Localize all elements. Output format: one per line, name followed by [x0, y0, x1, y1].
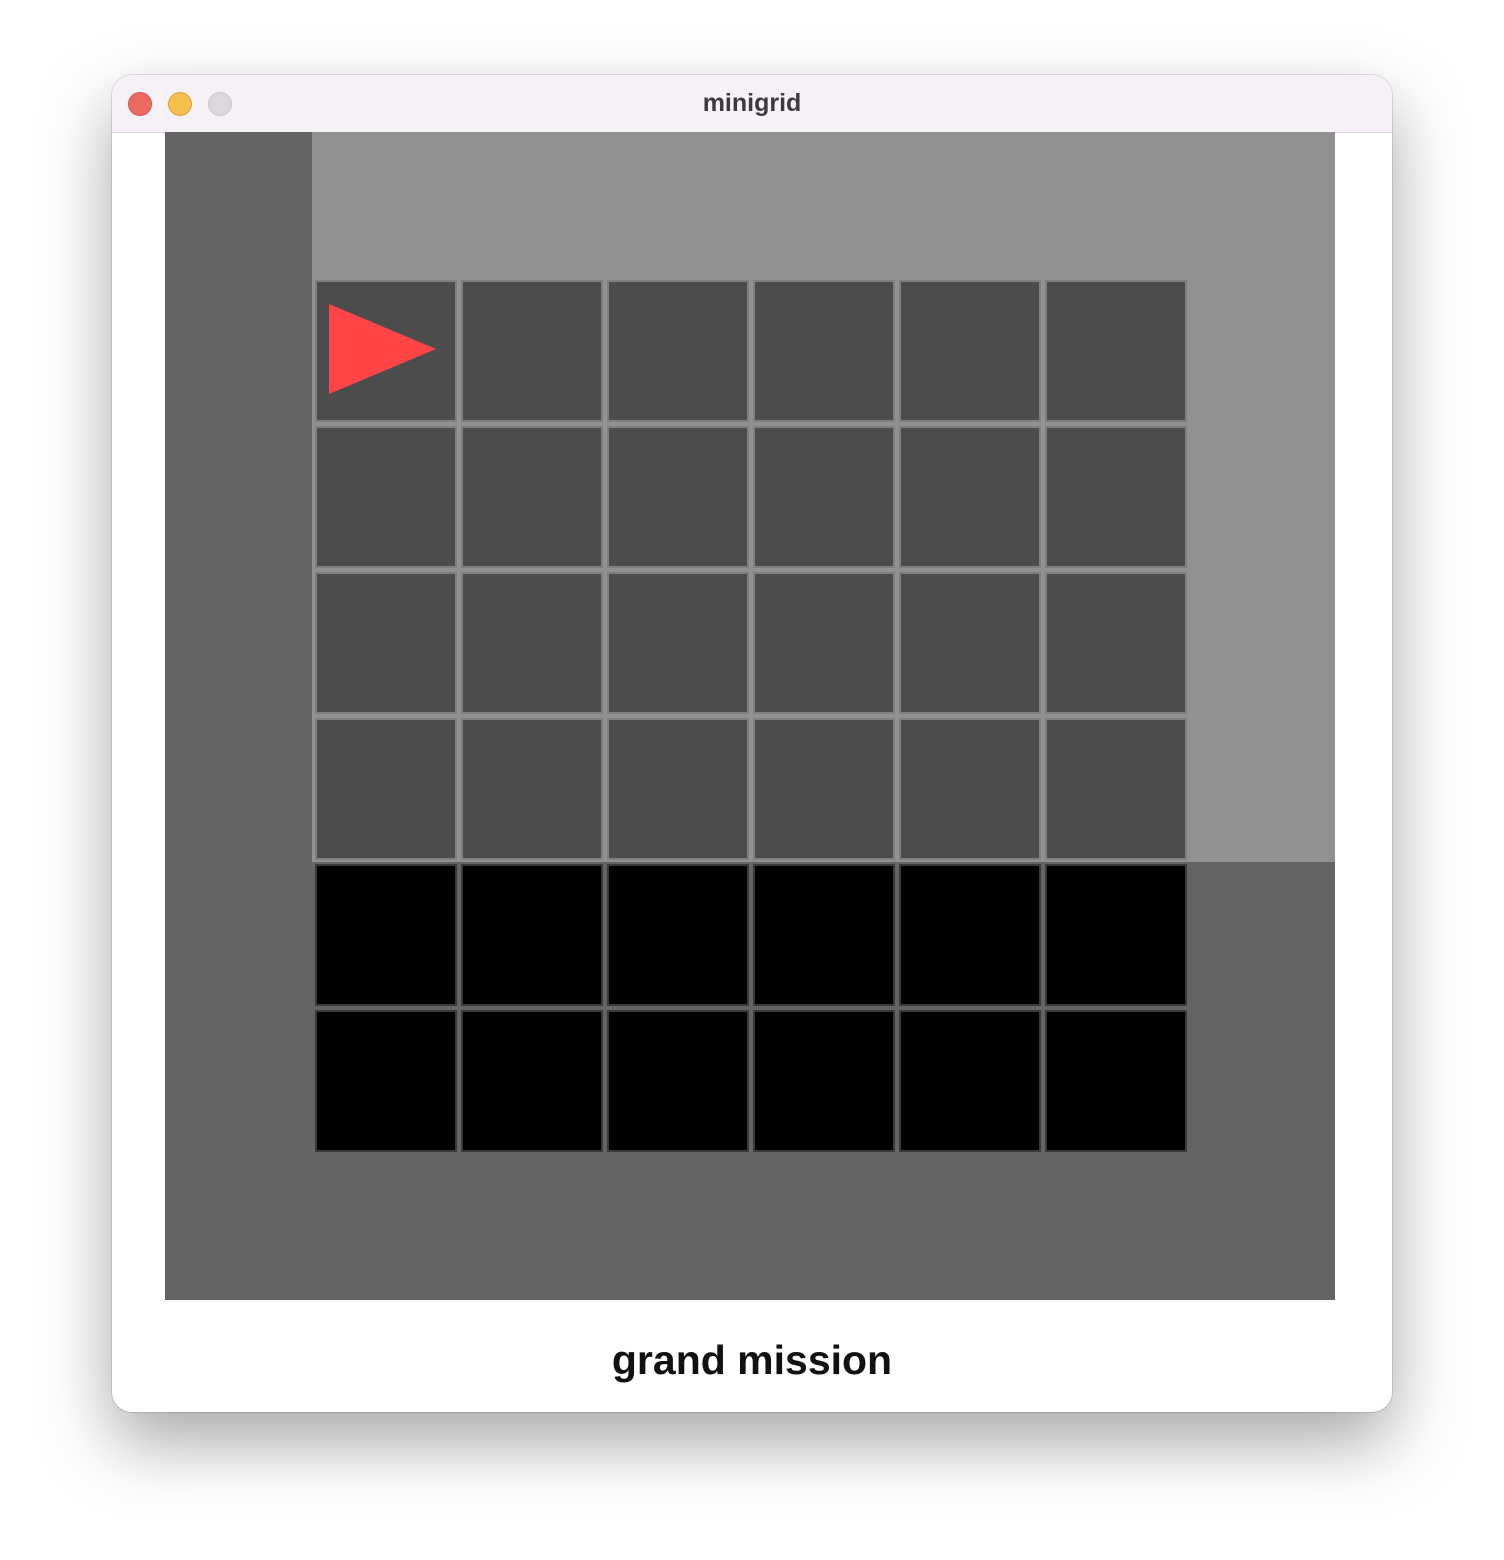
mission-text: grand mission — [611, 1337, 893, 1383]
grid-cell-unseen — [315, 864, 457, 1006]
grid-cell-floor — [607, 426, 749, 568]
grid-cell-floor — [899, 280, 1041, 422]
grid-cell-floor — [753, 718, 895, 860]
grid-cell-unseen — [1045, 864, 1187, 1006]
grid-cell-floor — [461, 572, 603, 714]
grid-cell-unseen — [461, 1010, 603, 1152]
grid-cell-unseen — [461, 864, 603, 1006]
grid-cell-unseen — [899, 1010, 1041, 1152]
grid-cell-floor — [607, 280, 749, 422]
grid-cell-floor — [1045, 280, 1187, 422]
grid-cell-floor — [1045, 572, 1187, 714]
grid-cell-floor — [753, 280, 895, 422]
grid-cell-floor — [461, 280, 603, 422]
title-bar[interactable]: minigrid — [112, 75, 1392, 133]
grid-cell-unseen — [607, 864, 749, 1006]
grid-cell-unseen — [1045, 1010, 1187, 1152]
grid-cell-floor — [1045, 426, 1187, 568]
grid-cell-floor — [753, 572, 895, 714]
grid-cell-floor — [899, 572, 1041, 714]
grid-cell-unseen — [753, 864, 895, 1006]
grid-cell-floor — [461, 426, 603, 568]
window-title: minigrid — [702, 89, 802, 117]
grid-cell-floor — [899, 718, 1041, 860]
game-canvas[interactable] — [165, 132, 1335, 1300]
grid-cell-floor — [607, 718, 749, 860]
grid-cell-floor — [315, 572, 457, 714]
agent-triangle-icon — [329, 304, 436, 394]
grid-cell-unseen — [899, 864, 1041, 1006]
grid-cell-floor — [753, 426, 895, 568]
agent-shape — [329, 304, 436, 394]
grid-cell-floor — [1045, 718, 1187, 860]
grid-cell-floor — [461, 718, 603, 860]
grid-cell-unseen — [315, 1010, 457, 1152]
grid-cell-floor — [315, 718, 457, 860]
app-window: minigrid grand mission — [112, 75, 1392, 1412]
grid-cell-unseen — [753, 1010, 895, 1152]
game-grid — [315, 280, 1191, 1156]
grid-cell-floor — [315, 426, 457, 568]
grid-cell-floor — [899, 426, 1041, 568]
grid-cell-floor — [607, 572, 749, 714]
grid-cell-unseen — [607, 1010, 749, 1152]
